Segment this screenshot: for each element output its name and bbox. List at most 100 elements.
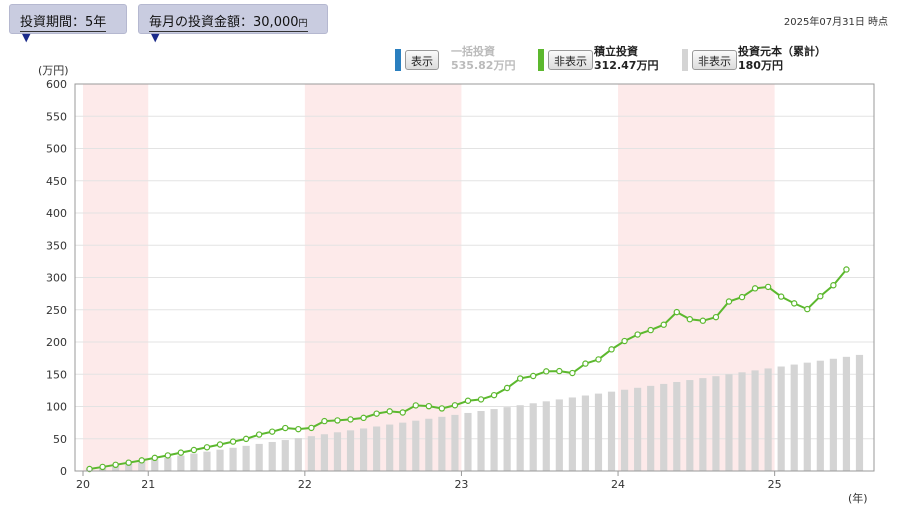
period-dropdown[interactable]: 投資期間：5年▼ <box>9 4 127 44</box>
tsumitate-point <box>229 438 237 445</box>
top-cutoff-strip <box>0 0 900 4</box>
tsumitate-toggle-button[interactable]: 非表示 <box>548 50 593 70</box>
principal-bar <box>125 463 133 471</box>
tsumitate-point <box>843 266 850 273</box>
principal-bar <box>647 385 655 471</box>
tsumitate-point <box>764 283 772 291</box>
principal-bar <box>216 449 224 471</box>
axes <box>74 83 875 472</box>
tsumitate-point <box>830 282 837 289</box>
principal-bar <box>359 428 368 471</box>
x-tick-label: 22 <box>298 478 312 491</box>
principal-bar <box>399 422 407 471</box>
principal-bar <box>490 409 498 471</box>
tsumitate-point <box>438 405 446 412</box>
y-axis-unit-label: (万円) <box>38 64 69 77</box>
principal-bar <box>516 405 524 471</box>
principal-bar <box>190 453 198 471</box>
shaded-period-2 <box>618 84 775 471</box>
x-tick-label: 20 <box>76 478 90 491</box>
tsumitate-point <box>151 454 158 462</box>
y-tick-label: 100 <box>46 401 67 414</box>
tsumitate-point <box>386 408 393 415</box>
tsumitate-point <box>556 367 563 375</box>
tsumitate-line-series <box>86 266 850 473</box>
tsumitate-point <box>647 326 654 334</box>
legend-principal: 非表示 投資元本（累計） 180万円 <box>682 45 832 73</box>
principal-bar <box>112 465 120 471</box>
tsumitate-point <box>242 435 250 443</box>
principal-bar <box>464 412 472 471</box>
principal-bar <box>177 455 185 471</box>
plot-frame <box>74 83 875 472</box>
principal-bar <box>346 430 355 471</box>
principal-bar <box>816 360 824 471</box>
shaded-periods <box>83 84 775 471</box>
y-tick-label: 400 <box>46 207 67 220</box>
tsumitate-point <box>269 428 276 435</box>
y-tick-label: 150 <box>46 368 67 381</box>
principal-bar <box>138 461 146 471</box>
principal-bar <box>255 443 263 471</box>
tsumitate-point <box>686 316 694 323</box>
tsumitate-point <box>347 416 354 423</box>
principal-bar <box>855 354 864 471</box>
tsumitate-point <box>477 396 485 403</box>
legend-lump-sum-text: 一括投資 535.82万円 <box>451 45 516 72</box>
monthly-amount-dropdown[interactable]: 毎月の投資金額：30,000円▼ <box>138 4 328 44</box>
principal-bar <box>451 414 459 471</box>
principal-bar <box>725 374 733 471</box>
tsumitate-point <box>725 298 733 305</box>
x-axis-unit-label: (年) <box>848 491 868 505</box>
principal-bar <box>777 366 785 471</box>
principal-toggle-button[interactable]: 非表示 <box>692 50 737 70</box>
principal-bar <box>477 411 485 471</box>
principal-bar <box>503 407 511 471</box>
investment-chart: (万円) (年) 0 50 100 150 200 250 300 350 400 450 500 5… <box>38 64 875 505</box>
lump-sum-toggle-button[interactable]: 表示 <box>405 50 439 70</box>
x-tick-label: 21 <box>141 478 155 491</box>
tsumitate-point <box>373 410 380 417</box>
principal-bar <box>85 469 94 471</box>
caret-down-icon: ▼ <box>22 31 31 44</box>
tsumitate-point <box>490 391 498 399</box>
x-tick-label: 23 <box>454 478 468 491</box>
y-tick-labels: 0 50 100 150 200 250 300 350 400 450 500 550 600 <box>46 78 67 478</box>
y-tick-label: 200 <box>46 336 67 349</box>
principal-bar <box>373 426 381 471</box>
principal-bar <box>438 416 446 471</box>
tsumitate-point <box>621 337 628 345</box>
principal-bar <box>568 397 576 471</box>
legend-tsumitate-swatch <box>538 49 544 71</box>
y-tick-label: 350 <box>46 239 67 252</box>
y-tick-label: 550 <box>46 110 67 123</box>
tsumitate-point <box>412 402 419 409</box>
principal-bar <box>151 459 159 471</box>
principal-bar <box>203 451 211 471</box>
principal-bar <box>555 399 563 471</box>
tsumitate-point <box>282 424 289 432</box>
principal-bar <box>333 432 342 471</box>
grid-lines <box>75 83 874 472</box>
principal-bar <box>751 370 759 471</box>
tsumitate-point <box>569 369 576 377</box>
y-tick-label: 0 <box>60 465 67 478</box>
principal-bar <box>294 438 302 471</box>
x-tick-labels: 20 21 22 23 24 25 <box>76 471 782 491</box>
principal-bar <box>738 372 746 471</box>
legend-principal-swatch <box>682 49 688 71</box>
y-tick-label: 250 <box>46 304 67 317</box>
legend-tsumitate: 非表示 積立投資 312.47万円 <box>538 45 678 73</box>
tsumitate-point <box>425 402 433 410</box>
x-tick-label: 25 <box>768 478 782 491</box>
principal-bar <box>542 401 550 471</box>
principal-bar <box>673 381 681 471</box>
tsumitate-point <box>125 459 132 466</box>
principal-bar <box>594 393 603 471</box>
y-tick-label: 600 <box>46 78 67 91</box>
legend-tsumitate-text: 積立投資 312.47万円 <box>594 45 659 72</box>
principal-bar <box>803 362 811 471</box>
tsumitate-point <box>321 417 328 425</box>
principal-bar <box>712 376 720 471</box>
principal-bar <box>320 434 329 471</box>
